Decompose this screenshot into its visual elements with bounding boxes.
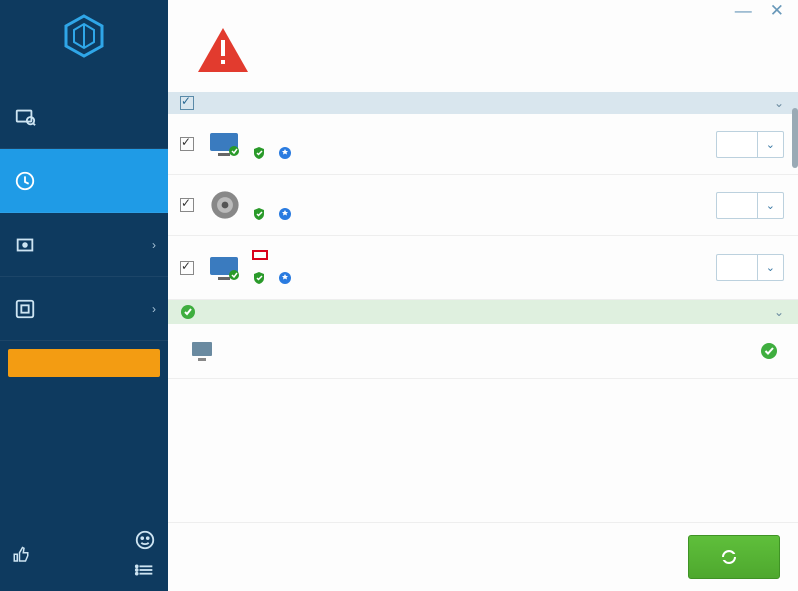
close-button[interactable]: ✕	[770, 2, 784, 19]
uptodate-row	[168, 324, 798, 379]
collapse-icon[interactable]: ⌄	[774, 96, 784, 110]
driver-checkbox[interactable]	[180, 198, 194, 212]
device-icon	[188, 336, 218, 366]
update-dropdown[interactable]: ⌄	[758, 192, 784, 219]
update-dropdown[interactable]: ⌄	[758, 131, 784, 158]
section-checkbox[interactable]	[180, 96, 194, 110]
whql-badge	[252, 271, 270, 285]
menu-icon[interactable]	[134, 559, 156, 581]
chevron-right-icon: ›	[152, 302, 156, 316]
like-us-button[interactable]	[12, 546, 38, 564]
scan-icon	[14, 106, 36, 128]
update-button[interactable]	[716, 192, 758, 219]
driver-row: ⌄	[168, 114, 798, 175]
collapse-icon[interactable]: ⌄	[774, 305, 784, 319]
outdated-section-header[interactable]: ⌄	[168, 92, 798, 114]
nav: › ›	[0, 85, 168, 341]
status-badge	[760, 342, 784, 360]
update-button[interactable]	[716, 131, 758, 158]
driver-row: ⌄	[168, 175, 798, 236]
verified-badge	[278, 207, 296, 221]
verified-badge	[278, 146, 296, 160]
logo-area	[0, 0, 168, 75]
driver-name	[252, 250, 268, 260]
scrollbar[interactable]	[792, 108, 798, 168]
update-button[interactable]	[716, 254, 758, 281]
gpu-icon	[208, 129, 242, 159]
chevron-right-icon: ›	[152, 238, 156, 252]
driver-row: ⌄	[168, 236, 798, 300]
audio-icon	[208, 190, 242, 220]
nav-scan[interactable]	[0, 85, 168, 149]
uptodate-section-header[interactable]: ⌄	[168, 300, 798, 324]
update-all-button[interactable]	[688, 535, 780, 579]
header	[168, 20, 798, 92]
check-circle-icon	[180, 304, 196, 320]
thumbs-up-icon	[12, 546, 30, 564]
nav-tools[interactable]: ›	[0, 277, 168, 341]
update-dropdown[interactable]: ⌄	[758, 254, 784, 281]
feedback-icon[interactable]	[134, 529, 156, 551]
minimize-button[interactable]: —	[735, 2, 752, 19]
hardware-icon	[14, 234, 36, 256]
update-icon	[14, 170, 36, 192]
nav-hardware[interactable]: ›	[0, 213, 168, 277]
driver-checkbox[interactable]	[180, 261, 194, 275]
titlebar: — ✕	[168, 0, 798, 20]
tools-icon	[14, 298, 36, 320]
warning-icon	[196, 26, 250, 74]
whql-badge	[252, 146, 270, 160]
whql-badge	[252, 207, 270, 221]
sidebar-bottom	[0, 521, 168, 591]
driver-checkbox[interactable]	[180, 137, 194, 151]
verified-badge	[278, 271, 296, 285]
logo-icon	[60, 12, 108, 60]
main-content: — ✕ ⌄	[168, 0, 798, 591]
sidebar: › ›	[0, 0, 168, 591]
refresh-icon	[719, 547, 739, 567]
driver-list: ⌄	[168, 114, 798, 522]
get-pro-button[interactable]	[8, 349, 160, 377]
nav-update[interactable]	[0, 149, 168, 213]
network-icon	[208, 253, 242, 283]
footer	[168, 522, 798, 591]
